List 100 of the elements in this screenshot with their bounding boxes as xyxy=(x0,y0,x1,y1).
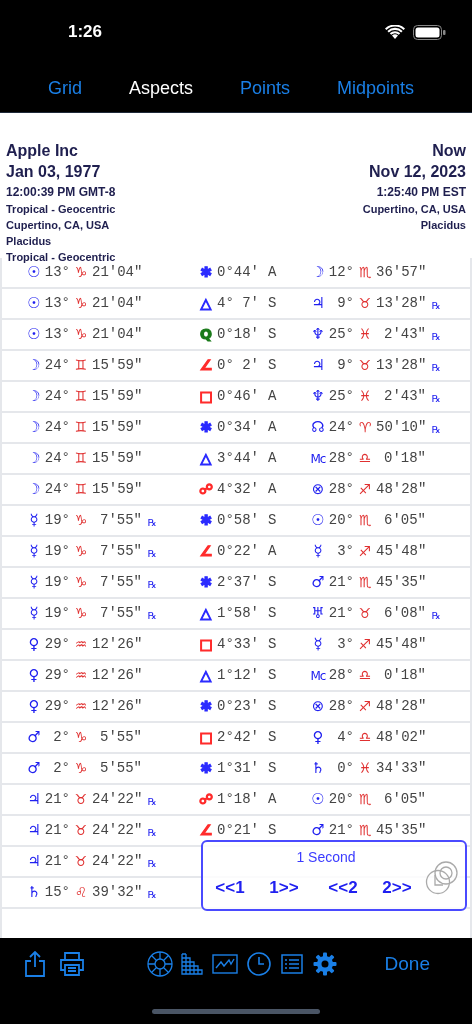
sign-symbol: ♒ xyxy=(73,635,89,654)
grid-icon[interactable] xyxy=(181,953,203,975)
degree-text: 15° xyxy=(43,883,70,902)
settings-icon[interactable] xyxy=(313,952,337,976)
applying-separating-mark: A xyxy=(267,480,278,499)
sign-symbol: ♑ xyxy=(73,759,89,778)
degree-text: 28° xyxy=(327,666,354,685)
planet-symbol: ♂ xyxy=(310,572,326,594)
planet-symbol: ♃ xyxy=(310,355,326,377)
minutes-text: 15'59" xyxy=(92,480,142,499)
sign-symbol: ♐ xyxy=(357,697,373,716)
sign-symbol: ♏ xyxy=(357,263,373,282)
degree-text: 3° xyxy=(336,542,354,561)
date-label: Jan 03, 1977 xyxy=(6,162,102,182)
minutes-text: 50'10" xyxy=(376,418,426,437)
step-button[interactable]: <<1 xyxy=(213,875,247,901)
applying-separating-mark: S xyxy=(267,325,278,344)
tab[interactable]: Aspects xyxy=(129,75,194,102)
sign-symbol: ♊ xyxy=(73,418,89,437)
clock-icon[interactable] xyxy=(247,952,271,976)
minutes-text: 2'43" xyxy=(383,325,426,344)
detail-label: Placidus xyxy=(420,218,466,233)
planet-symbol: ⊗ xyxy=(310,696,326,718)
sign-symbol: ♒ xyxy=(73,697,89,716)
retrograde-mark: ℞ xyxy=(430,298,442,313)
orb-text: 1°31' xyxy=(216,759,260,778)
minutes-text: 48'28" xyxy=(376,697,426,716)
retrograde-mark: ℞ xyxy=(146,608,158,623)
sign-symbol: ♊ xyxy=(73,449,89,468)
aspect-symbol: △ xyxy=(199,666,213,685)
detail-label: Cupertino, CA, USA xyxy=(362,202,466,217)
planet-symbol: ☽ xyxy=(26,417,42,439)
minutes-text: 7'55" xyxy=(99,573,142,592)
planet-symbol: ♀ xyxy=(27,634,41,656)
step-button[interactable]: 2>> xyxy=(380,875,414,901)
degree-text: 19° xyxy=(43,542,70,561)
applying-separating-mark: A xyxy=(267,418,278,437)
minutes-text: 7'55" xyxy=(99,542,142,561)
wifi-icon xyxy=(385,25,405,40)
step-button[interactable]: <<2 xyxy=(326,875,360,901)
planet-symbol: ☿ xyxy=(28,541,40,563)
minutes-text: 12'26" xyxy=(92,666,142,685)
applying-separating-mark: A xyxy=(267,542,278,561)
minutes-text: 0'18" xyxy=(383,666,426,685)
planet-symbol: ♀ xyxy=(311,727,325,749)
degree-text: 24° xyxy=(43,449,70,468)
sign-symbol: ♑ xyxy=(73,542,89,561)
retrograde-mark: ℞ xyxy=(430,391,442,406)
planet-symbol: ♂ xyxy=(26,727,42,749)
sign-symbol: ♈ xyxy=(357,418,373,437)
degree-text: 20° xyxy=(327,790,354,809)
minutes-text: 15'59" xyxy=(92,449,142,468)
share-icon[interactable] xyxy=(24,951,46,977)
retrograde-mark: ℞ xyxy=(146,825,158,840)
sign-symbol: ♑ xyxy=(73,511,89,530)
orb-text: 1°12' xyxy=(216,666,260,685)
minutes-text: 21'04" xyxy=(92,263,142,282)
planet-symbol: ☿ xyxy=(312,541,324,563)
tab[interactable]: Midpoints xyxy=(337,75,415,102)
aspect-symbol: □ xyxy=(198,387,214,406)
aspect-symbol: ∠ xyxy=(198,542,214,561)
minutes-text: 21'04" xyxy=(92,325,142,344)
degree-text: 19° xyxy=(43,573,70,592)
applying-separating-mark: S xyxy=(267,759,278,778)
planet-symbol: ♆ xyxy=(310,386,326,408)
minutes-text: 24'22" xyxy=(92,821,142,840)
degree-text: 29° xyxy=(43,635,70,654)
line-chart-icon[interactable] xyxy=(212,954,238,974)
sign-symbol: ♉ xyxy=(73,852,89,871)
planet-symbol: ♂ xyxy=(26,758,42,780)
planet-symbol: ☿ xyxy=(312,634,324,656)
planet-symbol: ♂ xyxy=(310,820,326,842)
aspect-symbol: ✱ xyxy=(199,511,213,530)
retrograde-mark: ℞ xyxy=(430,608,442,623)
sign-symbol: ♊ xyxy=(73,387,89,406)
sign-symbol: ♉ xyxy=(73,790,89,809)
planet-symbol: ☊ xyxy=(310,417,326,439)
degree-text: 2° xyxy=(52,728,70,747)
sign-symbol: ♎ xyxy=(357,728,373,747)
sign-symbol: ♏ xyxy=(357,573,373,592)
minutes-text: 45'35" xyxy=(376,821,426,840)
sign-symbol: ♑ xyxy=(73,573,89,592)
minutes-text: 45'48" xyxy=(376,542,426,561)
minutes-text: 6'05" xyxy=(383,790,426,809)
detail-label: Cupertino, CA, USA xyxy=(6,218,111,233)
sign-symbol: ♓ xyxy=(357,387,373,406)
step-button[interactable]: 1>> xyxy=(267,875,301,901)
tab[interactable]: Grid xyxy=(48,75,82,102)
done-button[interactable]: Done xyxy=(384,949,430,979)
orb-text: 4°33' xyxy=(216,635,260,654)
list-icon[interactable] xyxy=(281,954,303,974)
orb-text: 1°18' xyxy=(216,790,260,809)
chart-wheel-icon[interactable] xyxy=(147,951,173,977)
printer-icon[interactable] xyxy=(59,952,85,976)
degree-text: 9° xyxy=(336,294,354,313)
tab[interactable]: Points xyxy=(240,75,291,102)
sign-symbol: ♉ xyxy=(357,356,373,375)
planet-symbol: ♄ xyxy=(310,758,326,780)
minutes-text: 12'26" xyxy=(92,635,142,654)
planet-symbol: ☿ xyxy=(28,603,40,625)
